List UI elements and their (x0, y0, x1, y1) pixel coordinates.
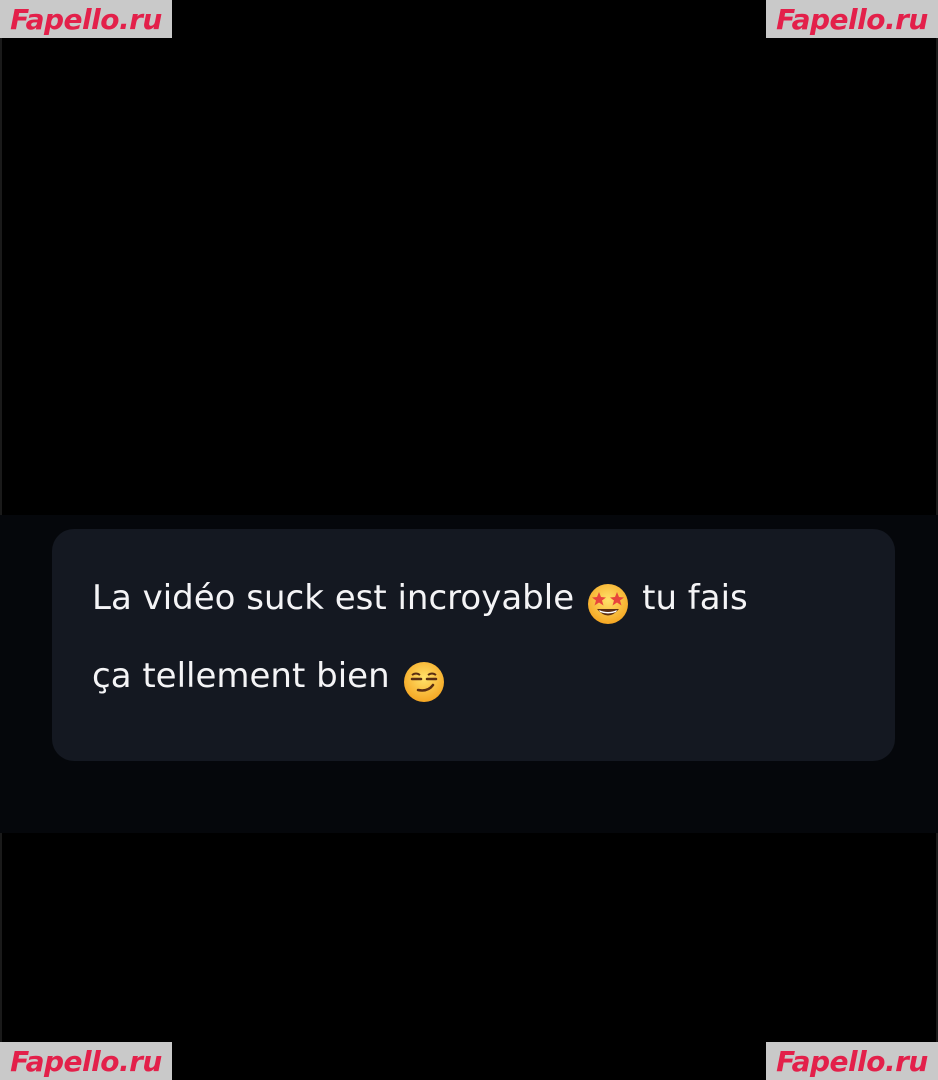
watermark-top-left: Fapello.ru (0, 0, 172, 38)
star-struck-emoji-icon (586, 576, 630, 624)
watermark-bottom-right: Fapello.ru (766, 1042, 938, 1080)
message-line-2: ça tellement bien (92, 637, 855, 715)
watermark-bottom-left: Fapello.ru (0, 1042, 172, 1080)
message-text-part-2: tu fais (642, 578, 748, 618)
watermark-top-right: Fapello.ru (766, 0, 938, 38)
message-text-part-1: La vidéo suck est incroyable (92, 578, 575, 618)
message-text-part-3: ça tellement bien (92, 656, 390, 696)
message-bubble: La vidéo suck est incroyable tu fais ça … (52, 529, 895, 761)
smirking-face-emoji-icon (402, 654, 446, 702)
message-line-1: La vidéo suck est incroyable tu fais (92, 559, 855, 637)
